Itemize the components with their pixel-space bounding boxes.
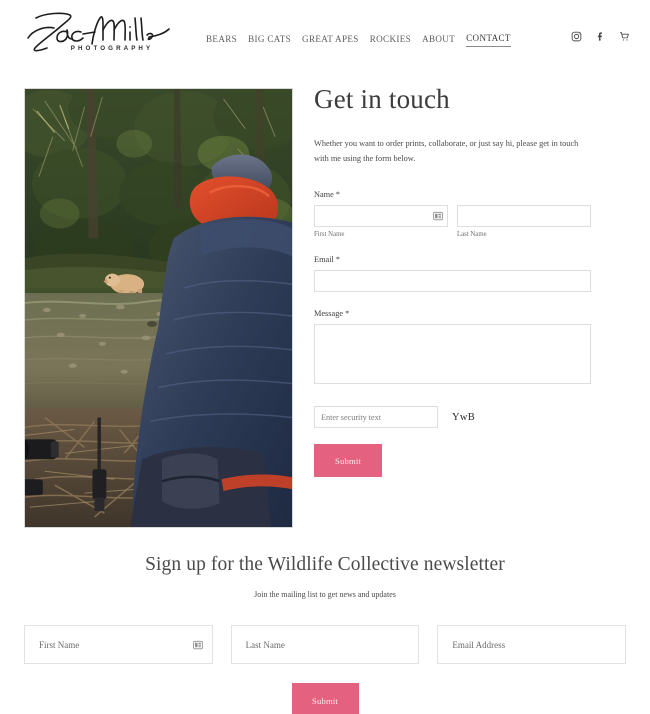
message-label: Message *	[314, 309, 350, 319]
first-name-wrapper: First Name	[314, 205, 448, 238]
main-navigation: BEARS BIG CATS GREAT APES ROCKIES ABOUT …	[206, 33, 511, 47]
logo-subtitle: PHOTOGRAPHY	[70, 45, 154, 52]
security-text-input[interactable]	[314, 406, 438, 429]
newsletter-email-input[interactable]	[437, 625, 627, 664]
first-name-input[interactable]	[314, 205, 448, 228]
last-name-wrapper: Last Name	[457, 205, 591, 238]
contact-form-column: Get in touch Whether you want to order p…	[270, 78, 650, 528]
nav-item-contact[interactable]: CONTACT	[466, 33, 511, 47]
name-label: Name *	[314, 190, 341, 200]
newsletter-submit-button[interactable]: Submit	[291, 683, 359, 714]
site-header: PHOTOGRAPHY BEARS BIG CATS GREAT APES RO…	[0, 0, 650, 78]
newsletter-email-wrapper	[437, 625, 627, 664]
newsletter-subtitle: Join the mailing list to get news and up…	[254, 590, 396, 599]
nav-item-rockies[interactable]: ROCKIES	[370, 34, 411, 47]
nav-item-great-apes[interactable]: GREAT APES	[302, 34, 359, 47]
email-field-group: Email *	[314, 255, 620, 293]
social-links	[571, 31, 630, 42]
email-label: Email *	[314, 255, 341, 265]
photograph-illustration	[25, 89, 292, 527]
intro-paragraph: Whether you want to order prints, collab…	[314, 139, 579, 163]
nav-item-about[interactable]: ABOUT	[422, 34, 455, 47]
last-name-input[interactable]	[457, 205, 591, 228]
page-title: Get in touch	[314, 84, 450, 114]
captcha-row: YwB	[314, 406, 620, 429]
photo-column	[0, 78, 293, 528]
hero-photograph	[24, 88, 293, 528]
shopping-cart-icon[interactable]	[619, 31, 630, 42]
first-name-sublabel: First Name	[314, 231, 345, 239]
captcha-challenge-text: YwB	[452, 411, 476, 423]
message-textarea[interactable]	[314, 324, 591, 385]
newsletter-section: Sign up for the Wildlife Collective news…	[0, 554, 650, 714]
newsletter-first-name-input[interactable]	[24, 625, 213, 664]
message-field-group: Message *	[314, 309, 620, 389]
newsletter-title: Sign up for the Wildlife Collective news…	[145, 554, 505, 575]
facebook-icon[interactable]	[595, 31, 606, 42]
nav-item-big-cats[interactable]: BIG CATS	[248, 34, 291, 47]
last-name-sublabel: Last Name	[457, 231, 487, 239]
newsletter-last-name-input[interactable]	[230, 625, 420, 664]
newsletter-first-name-wrapper	[24, 625, 213, 664]
site-logo[interactable]: PHOTOGRAPHY	[22, 8, 172, 66]
contact-submit-button[interactable]: Submit	[314, 444, 382, 478]
newsletter-last-name-wrapper	[230, 625, 420, 664]
main-content: Get in touch Whether you want to order p…	[0, 78, 650, 528]
newsletter-fields	[24, 625, 627, 664]
name-field-group: Name * First Name Last Name	[314, 190, 620, 238]
email-input[interactable]	[314, 270, 591, 293]
instagram-icon[interactable]	[571, 31, 582, 42]
nav-item-bears[interactable]: BEARS	[206, 34, 237, 47]
